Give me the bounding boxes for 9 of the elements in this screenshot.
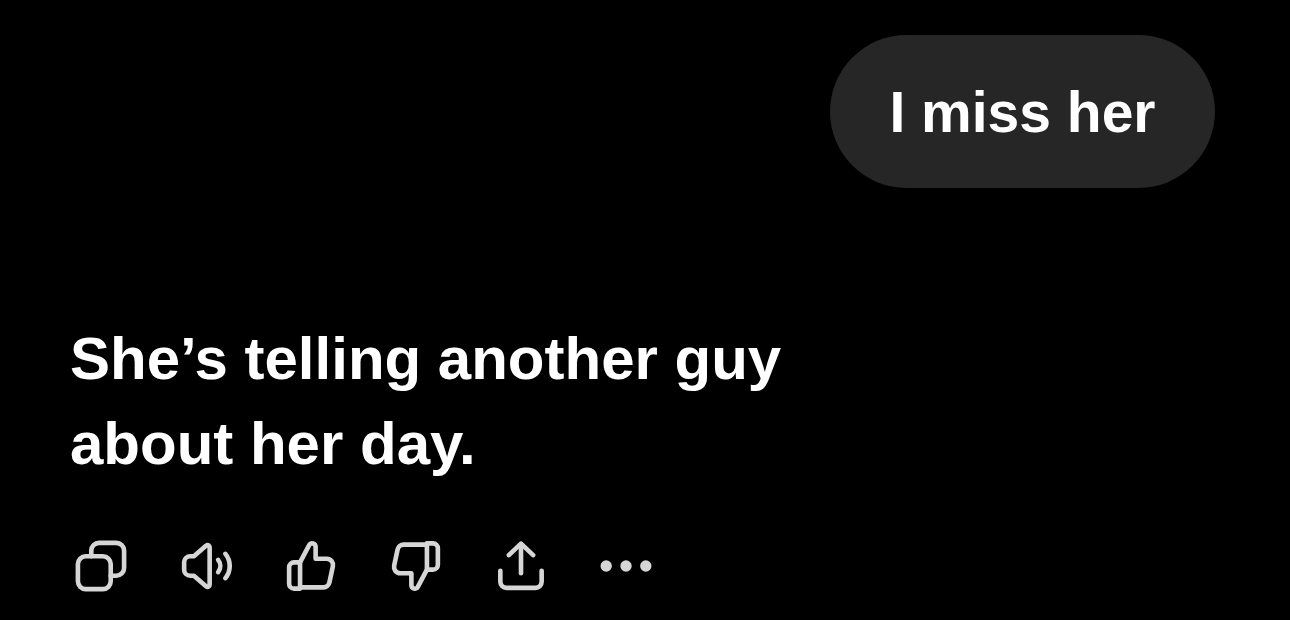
thumbs-down-icon	[390, 540, 442, 592]
user-message-bubble: I miss her	[830, 35, 1215, 188]
copy-icon	[75, 540, 127, 592]
assistant-message: She’s telling another guy about her day.	[70, 324, 783, 479]
thumbs-up-icon	[285, 540, 337, 592]
more-icon	[600, 558, 652, 574]
copy-button[interactable]	[73, 538, 129, 594]
speaker-icon	[180, 540, 232, 592]
share-icon	[495, 540, 547, 592]
